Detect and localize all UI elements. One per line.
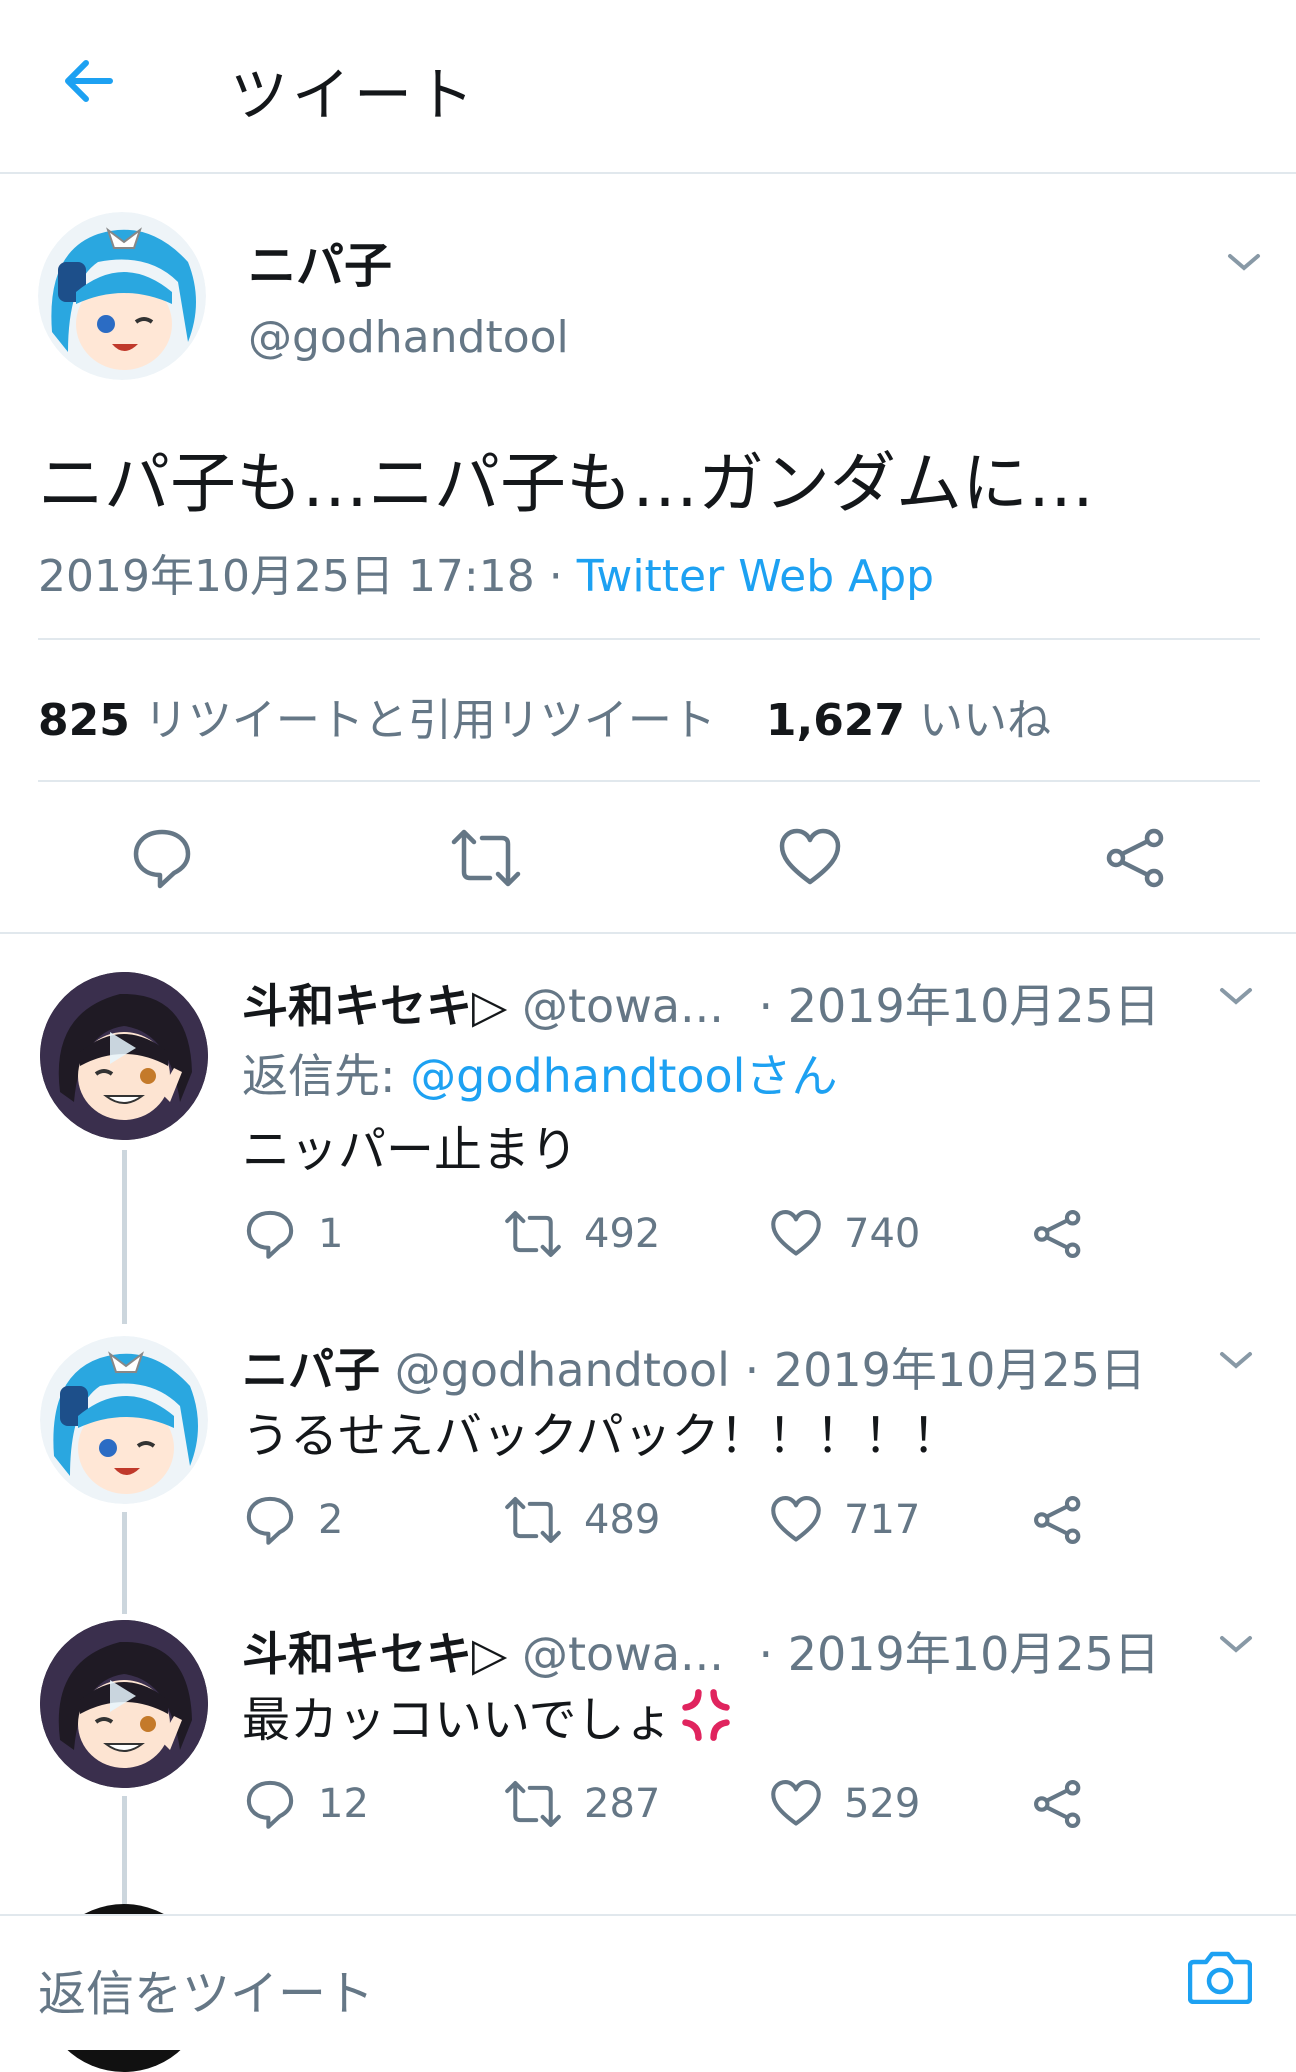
chevron-down-icon[interactable]	[1218, 984, 1254, 1008]
reply-input[interactable]: 返信をツイート	[38, 1954, 374, 2024]
display-name[interactable]: 斗和キセキ▷	[242, 1627, 507, 1681]
chevron-down-icon[interactable]	[1218, 1348, 1254, 1372]
like-label: いいね	[919, 695, 1052, 746]
retweet-count: 489	[584, 1497, 661, 1543]
avatar[interactable]	[40, 1336, 208, 1504]
reply-to-line: 返信先: @godhandtoolさん	[242, 1040, 837, 1106]
likes-stat[interactable]: 1,627 いいね	[766, 695, 1051, 746]
avatar[interactable]	[40, 972, 208, 1140]
retweet-icon	[505, 1211, 561, 1257]
reply-count: 2	[318, 1497, 344, 1543]
share-icon[interactable]	[1032, 1778, 1084, 1830]
reply-text: うるせえバックパック！！！！！	[242, 1408, 960, 1464]
retweet-icon	[505, 1781, 561, 1827]
retweet-icon[interactable]	[450, 826, 522, 890]
meta-separator: ·	[548, 551, 563, 602]
reply-composer-bar: 返信をツイート	[0, 1914, 1296, 2050]
reply-action[interactable]: 12	[244, 1778, 369, 1830]
divider	[38, 638, 1260, 640]
reply-action[interactable]: 2	[244, 1494, 343, 1546]
top-bar: ツイート	[0, 0, 1296, 174]
like-icon	[771, 1780, 821, 1826]
share-icon[interactable]	[1032, 1494, 1084, 1546]
reply-action[interactable]: 1	[244, 1208, 343, 1260]
reply-icon	[246, 1496, 294, 1545]
retweet-action[interactable]: 492	[504, 1208, 660, 1260]
like-count: 529	[844, 1781, 921, 1827]
like-icon	[771, 1496, 821, 1542]
display-name[interactable]: ニパ子	[248, 226, 392, 296]
tweet-source-link[interactable]: Twitter Web App	[577, 551, 934, 602]
thread-line	[122, 1150, 127, 1324]
tweet-date[interactable]: · 2019年10月25日	[759, 1627, 1160, 1681]
tweet-meta: 2019年10月25日 17:18 · Twitter Web App	[38, 540, 934, 604]
engagement-stats: 825 リツイートと引用リツイート 1,627 いいね	[38, 684, 1051, 748]
reply-icon[interactable]	[130, 826, 194, 890]
like-icon[interactable]	[778, 826, 842, 890]
user-handle[interactable]: @towa...	[522, 979, 724, 1033]
retweet-count: 287	[584, 1781, 661, 1827]
reply-text: ニッパー止まり	[242, 1122, 579, 1178]
arrow-left-icon[interactable]	[58, 50, 120, 112]
retweet-icon	[505, 1497, 561, 1543]
camera-icon[interactable]	[1188, 1948, 1252, 2004]
share-icon[interactable]	[1032, 1208, 1084, 1260]
reply-icon	[246, 1780, 294, 1829]
like-count: 740	[844, 1211, 921, 1257]
like-action[interactable]: 740	[770, 1208, 920, 1260]
retweet-count: 492	[584, 1211, 661, 1257]
like-count: 717	[844, 1497, 921, 1543]
avatar[interactable]	[40, 1620, 208, 1788]
thread-line	[122, 1512, 127, 1614]
avatar[interactable]	[38, 212, 206, 380]
retweet-action[interactable]: 287	[504, 1778, 660, 1830]
retweet-label: リツイートと引用リツイート	[143, 695, 716, 746]
retweet-count: 825	[38, 695, 130, 746]
retweets-stat[interactable]: 825 リツイートと引用リツイート	[38, 695, 730, 746]
reply-header: 斗和キセキ▷ @towa... · 2019年10月25日	[242, 970, 1160, 1036]
like-count: 1,627	[765, 695, 906, 746]
user-handle[interactable]: @towa...	[522, 1627, 724, 1681]
reply-count: 12	[318, 1781, 369, 1827]
reply-to-handle[interactable]: @godhandtoolさん	[410, 1049, 837, 1103]
like-action[interactable]: 717	[770, 1494, 920, 1546]
thread-line	[122, 1796, 127, 1906]
page-title: ツイート	[230, 61, 479, 129]
user-handle[interactable]: @godhandtool	[248, 312, 569, 363]
display-name[interactable]: ニパ子	[242, 1343, 380, 1397]
share-icon[interactable]	[1104, 826, 1168, 890]
reply-text: 最カッコいいでしょ	[242, 1692, 673, 1748]
chevron-down-icon[interactable]	[1218, 1632, 1254, 1656]
reply-body: 最カッコいいでしょ	[242, 1680, 733, 1750]
like-action[interactable]: 529	[770, 1778, 920, 1830]
tweet-date[interactable]: · 2019年10月25日	[759, 979, 1160, 1033]
user-handle[interactable]: @godhandtool	[395, 1343, 730, 1397]
chevron-down-icon[interactable]	[1226, 250, 1262, 274]
reply-icon	[246, 1210, 294, 1259]
like-icon	[771, 1210, 821, 1256]
section-divider	[0, 932, 1296, 934]
reply-to-label: 返信先:	[242, 1049, 396, 1103]
tweet-timestamp[interactable]: 2019年10月25日 17:18	[38, 551, 535, 602]
divider	[38, 780, 1260, 782]
reply-header: 斗和キセキ▷ @towa... · 2019年10月25日	[242, 1618, 1160, 1684]
display-name[interactable]: 斗和キセキ▷	[242, 979, 507, 1033]
reply-header: ニパ子 @godhandtool · 2019年10月25日	[242, 1334, 1146, 1400]
anger-symbol-icon	[681, 1689, 730, 1741]
tweet-date[interactable]: · 2019年10月25日	[745, 1343, 1146, 1397]
reply-count: 1	[318, 1211, 344, 1257]
tweet-text: ニパ子も…ニパ子も…ガンダムに…	[38, 445, 1094, 522]
retweet-action[interactable]: 489	[504, 1494, 660, 1546]
